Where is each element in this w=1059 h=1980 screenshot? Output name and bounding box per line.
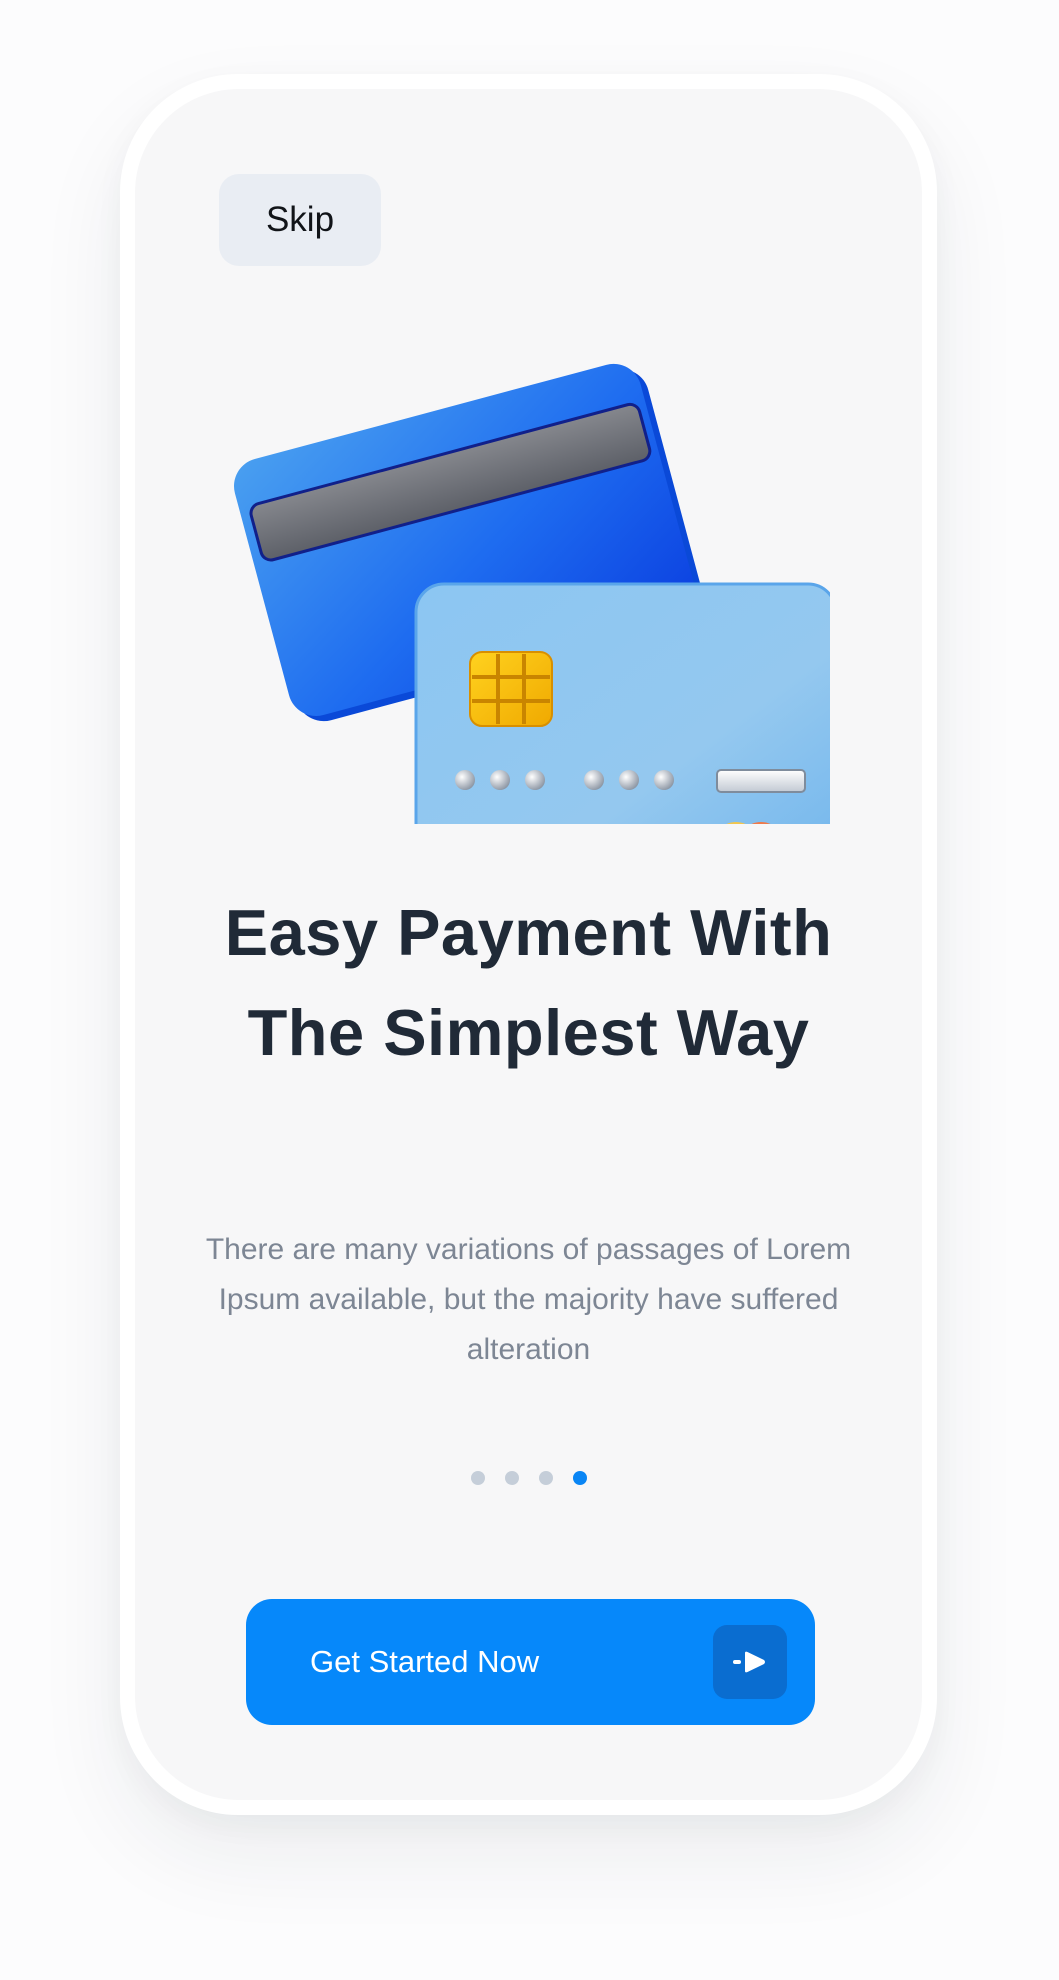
- get-started-label: Get Started Now: [310, 1644, 540, 1679]
- credit-cards-icon: [233, 363, 830, 824]
- pagination-dot-2[interactable]: [504, 1471, 519, 1485]
- onboarding-screen: Skip Easy Payment With The Simplest Way …: [135, 89, 922, 1800]
- arrow-right-icon: [713, 1625, 787, 1699]
- pagination-dot-4-active[interactable]: [572, 1471, 587, 1485]
- phone-frame: Skip Easy Payment With The Simplest Way …: [120, 74, 937, 1815]
- pagination-dots: [135, 1471, 922, 1485]
- pagination-dot-3[interactable]: [538, 1471, 553, 1485]
- get-started-button[interactable]: Get Started Now: [246, 1599, 815, 1725]
- onboarding-headline: Easy Payment With The Simplest Way: [224, 896, 833, 1069]
- onboarding-description: There are many variations of passages of…: [205, 1233, 852, 1366]
- pagination-dot-1[interactable]: [470, 1471, 485, 1485]
- skip-button[interactable]: Skip: [219, 174, 381, 266]
